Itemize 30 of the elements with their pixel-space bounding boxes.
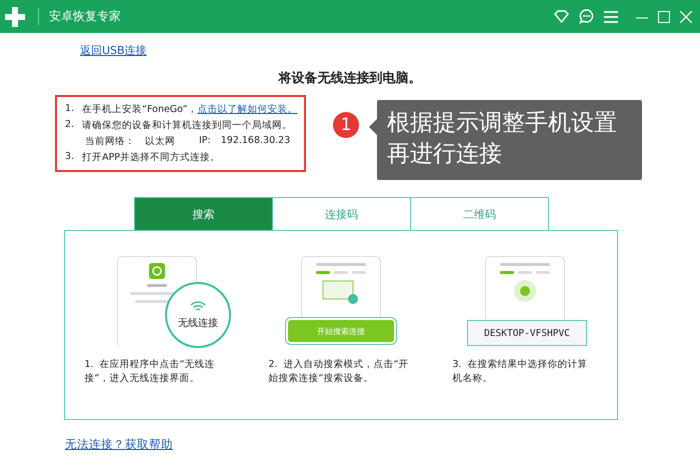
instruction-text: 打开APP并选择不同方式连接。 xyxy=(82,151,220,164)
computer-name-field: DESKTOP-VFSHPVC xyxy=(467,320,587,346)
page-heading: 将设备无线连接到电脑。 xyxy=(277,70,422,87)
instruction-number: 3. xyxy=(65,151,74,164)
step-caption: 1. 在应用程序中点击“无线连接”，进入无线连接界面。 xyxy=(84,358,216,386)
back-link[interactable]: 返回USB连接 xyxy=(80,42,147,58)
wifi-icon xyxy=(190,300,206,312)
help-link[interactable]: 无法连接？获取帮助 xyxy=(65,437,173,451)
window-title: 安卓恢复专家 xyxy=(38,8,544,25)
ip-label: IP: xyxy=(199,135,211,148)
instruction-text: 在手机上安装“FoneGo”，点击以了解如何安装。 xyxy=(82,103,298,116)
instruction-number: 2. xyxy=(65,119,74,132)
instruction-number: 1. xyxy=(65,103,74,116)
network-value: 以太网 xyxy=(145,135,175,148)
chat-icon[interactable] xyxy=(579,9,594,24)
instruction-text: 请确保您的设备和计算机连接到同一个局域网。 xyxy=(82,119,292,132)
step-caption: 2. 进入自动搜索模式，点击“开始搜索连接”搜索设备。 xyxy=(268,358,410,386)
tab[interactable]: 搜索 xyxy=(134,197,273,230)
step-caption: 3. 在搜索结果中选择你的计算机名称。 xyxy=(452,358,589,386)
badge-label: 无线连接 xyxy=(178,316,218,330)
diamond-icon[interactable] xyxy=(554,10,569,23)
annotation-callout: 根据提示调整手机设置再进行连接 xyxy=(377,100,642,180)
step-number-badge: 1 xyxy=(333,112,359,138)
close-icon[interactable] xyxy=(680,10,692,22)
ip-value: 192.168.30.23 xyxy=(220,135,290,148)
menu-icon[interactable] xyxy=(604,10,618,22)
plus-logo-icon xyxy=(4,6,26,28)
maximize-icon[interactable] xyxy=(658,10,670,22)
network-label: 当前网络： xyxy=(85,135,135,148)
install-help-link[interactable]: 点击以了解如何安装。 xyxy=(198,104,298,115)
